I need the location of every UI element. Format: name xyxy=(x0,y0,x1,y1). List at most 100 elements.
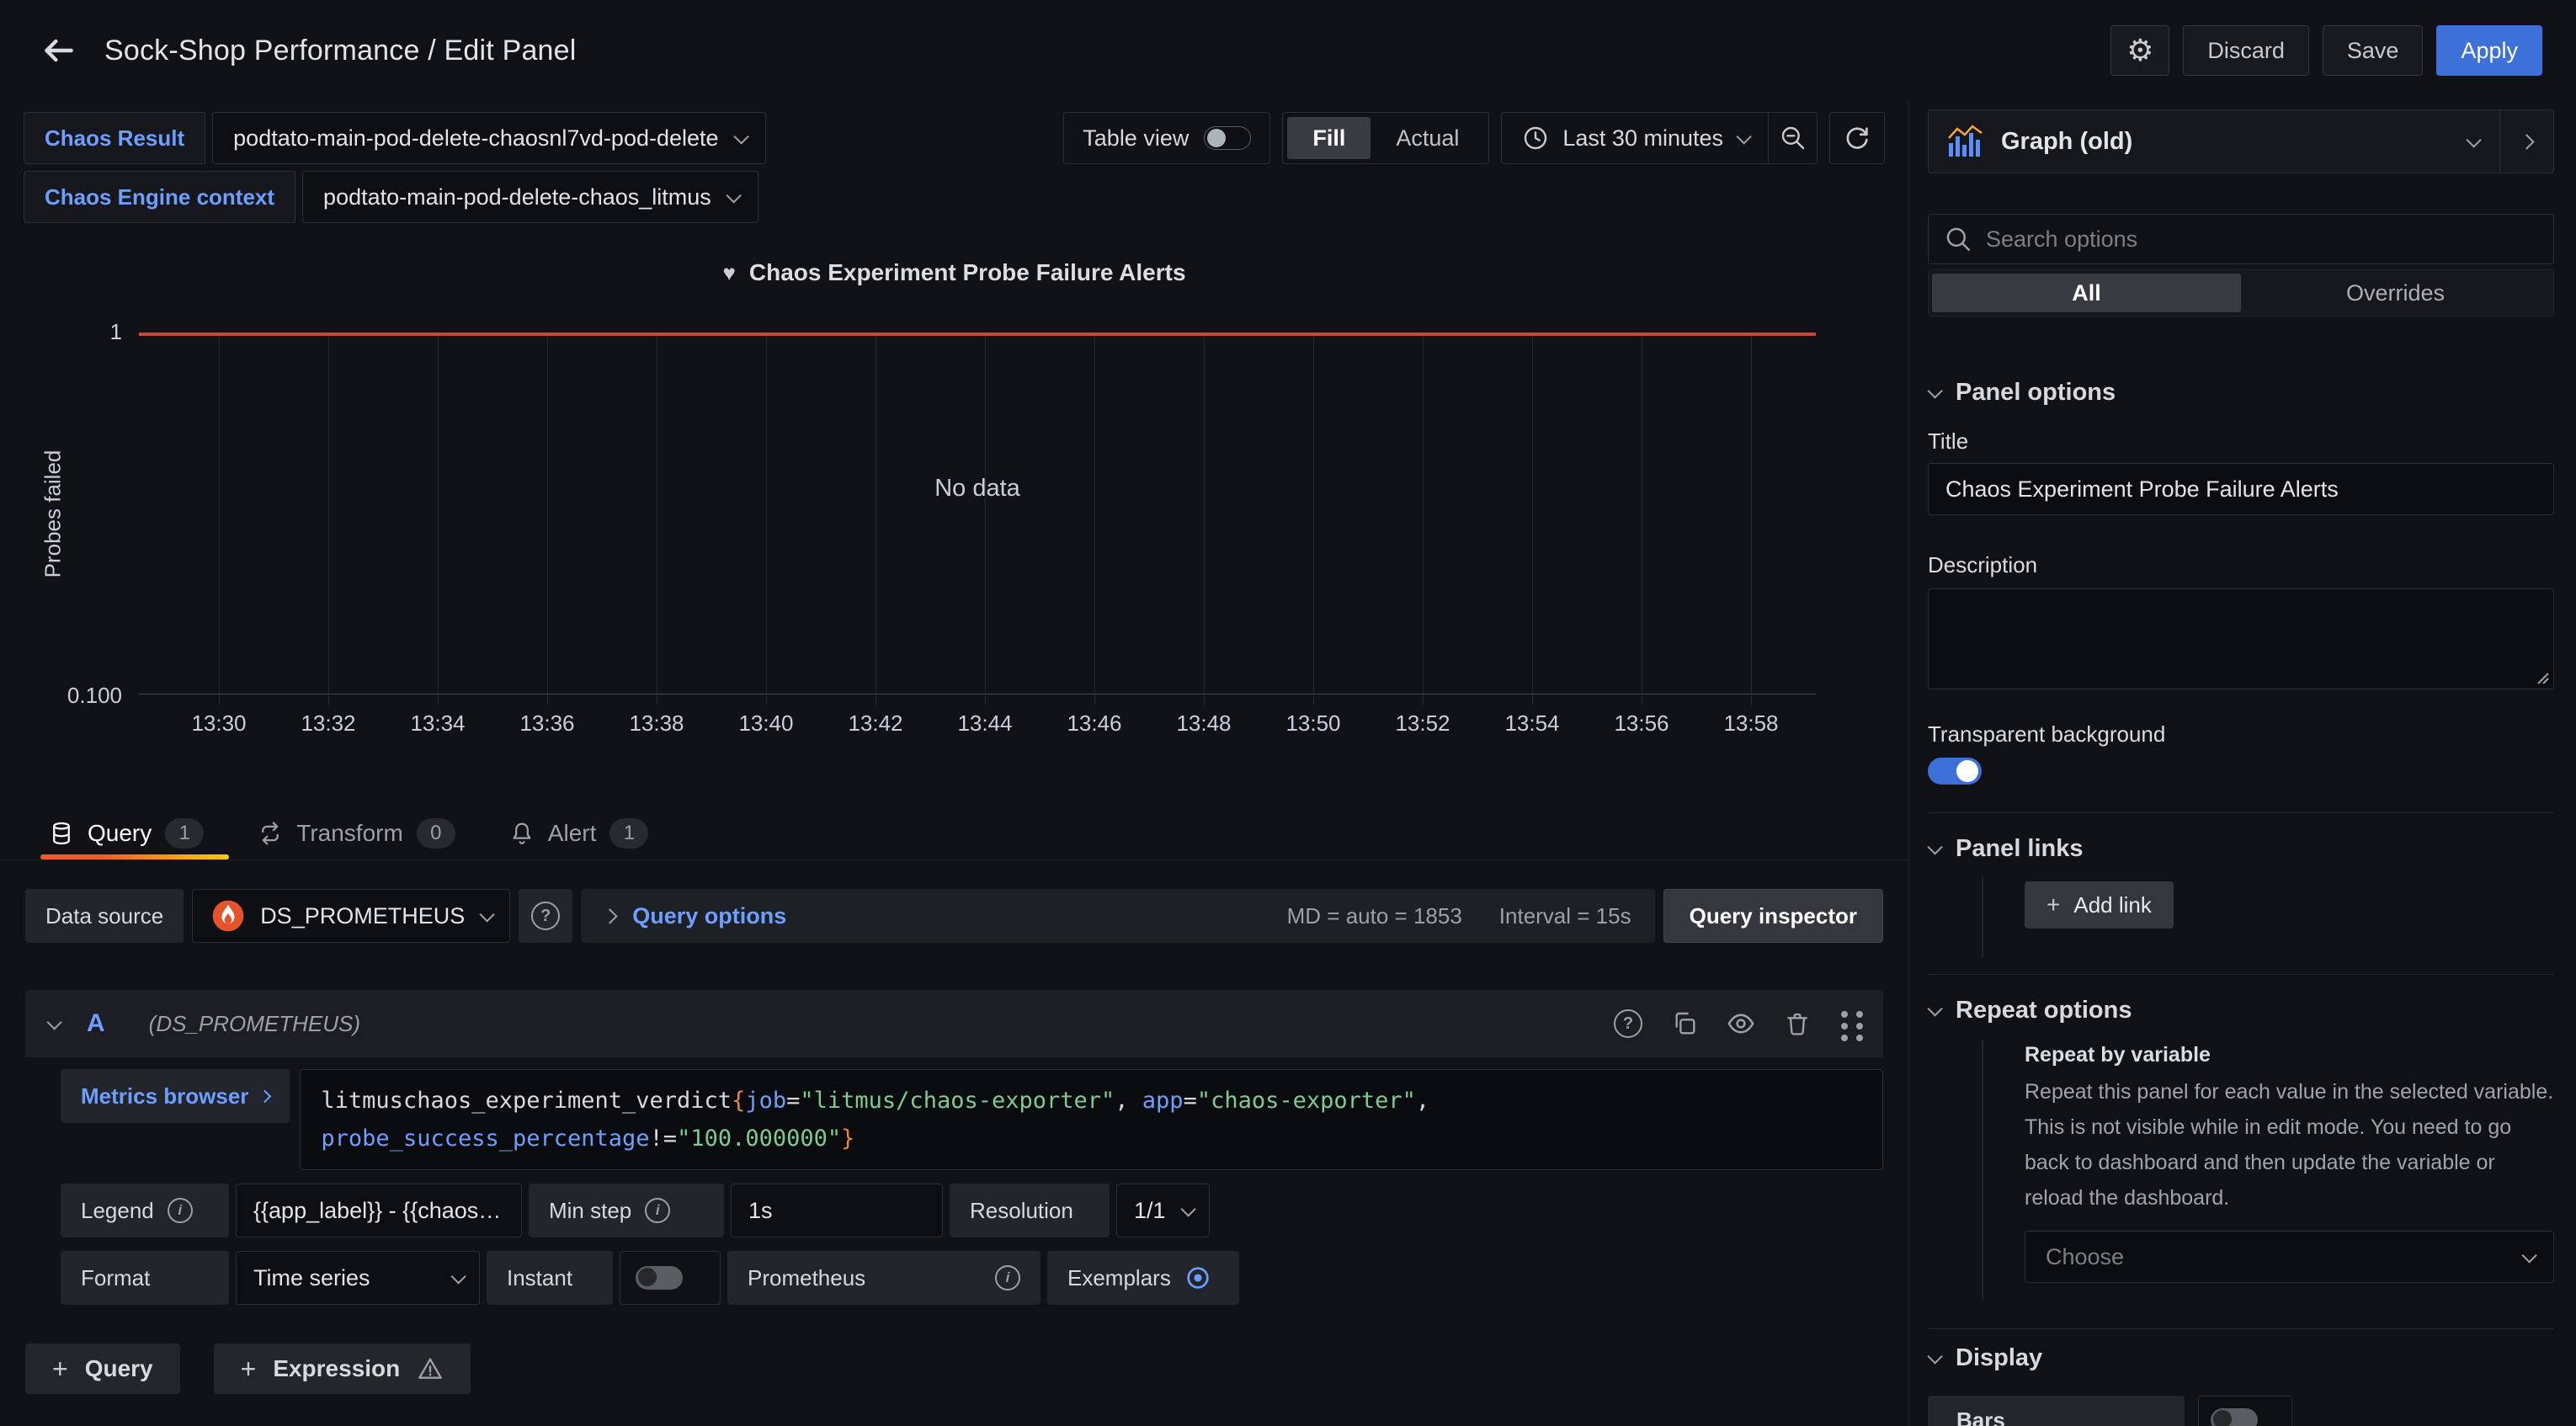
resolution-label: Resolution xyxy=(950,1184,1110,1237)
warning-icon xyxy=(417,1355,444,1382)
chevron-down-icon xyxy=(733,129,748,144)
variable-label: Chaos Engine context xyxy=(24,171,295,223)
panel-description-input[interactable] xyxy=(1929,589,2553,689)
repeat-variable-select[interactable]: Choose xyxy=(2025,1231,2554,1283)
tab-query[interactable]: Query 1 xyxy=(49,806,204,859)
chevron-right-icon xyxy=(2519,134,2534,149)
panel-settings-button[interactable]: ⚙ xyxy=(2110,25,2169,76)
plot-area[interactable]: 1 0.100 Probes failed No data 13:3013:32… xyxy=(139,334,1816,694)
resize-handle-icon[interactable] xyxy=(2533,668,2550,685)
plus-icon: + xyxy=(52,1354,68,1385)
tab-alert[interactable]: Alert 1 xyxy=(509,806,649,859)
transparent-background-toggle[interactable] xyxy=(1928,758,1982,785)
page-title: Sock-Shop Performance / Edit Panel xyxy=(104,35,577,67)
bars-toggle[interactable] xyxy=(2211,1408,2258,1426)
topbar-actions: ⚙ Discard Save Apply xyxy=(2110,25,2542,76)
x-tick-label: 13:38 xyxy=(606,710,707,737)
divider xyxy=(1928,1328,2554,1329)
variable-value-dropdown[interactable]: podtato-main-pod-delete-chaos_litmus xyxy=(302,171,758,223)
gridline xyxy=(547,336,548,705)
collapse-sidebar-button[interactable] xyxy=(2499,110,2553,173)
eye-icon[interactable] xyxy=(1727,1009,1755,1038)
add-query-button[interactable]: + Query xyxy=(25,1344,180,1394)
zoom-out-icon xyxy=(1780,125,1807,152)
table-view-toggle[interactable] xyxy=(1204,126,1251,150)
fill-option[interactable]: Fill xyxy=(1287,117,1370,159)
duplicate-icon[interactable] xyxy=(1671,1010,1698,1037)
bars-option-row: Bars xyxy=(1928,1396,2554,1426)
promql-code[interactable]: litmuschaos_experiment_verdict{job="litm… xyxy=(300,1069,1883,1170)
data-source-label: Data source xyxy=(25,889,184,943)
collapse-query-icon[interactable] xyxy=(46,1014,61,1030)
zoom-out-button[interactable] xyxy=(1768,113,1817,163)
chevron-down-icon xyxy=(1927,1349,1942,1364)
divider xyxy=(1928,974,2554,975)
plus-icon: + xyxy=(241,1354,257,1385)
save-button[interactable]: Save xyxy=(2323,25,2424,76)
panel-title-input[interactable] xyxy=(1928,463,2554,515)
alert-count-badge: 1 xyxy=(609,818,648,849)
exemplars-icon[interactable] xyxy=(1184,1264,1211,1291)
metrics-browser-button[interactable]: Metrics browser xyxy=(61,1069,290,1123)
repeat-by-variable-description: Repeat this panel for each value in the … xyxy=(2025,1074,2554,1216)
min-step-input[interactable] xyxy=(731,1184,943,1237)
gridline xyxy=(438,336,439,705)
query-options-bar[interactable]: Query options MD = auto = 1853 Interval … xyxy=(581,889,1654,943)
x-tick-label: 13:30 xyxy=(168,710,269,737)
add-link-button[interactable]: + Add link xyxy=(2025,881,2174,928)
trash-icon[interactable] xyxy=(1784,1010,1811,1037)
query-inspector-button[interactable]: Query inspector xyxy=(1663,889,1883,943)
back-arrow-icon[interactable] xyxy=(34,25,84,76)
instant-label: Instant xyxy=(487,1251,613,1305)
transform-icon xyxy=(258,821,283,846)
gridline xyxy=(766,336,767,705)
panel-links-body: + Add link xyxy=(1982,876,2554,957)
data-source-row: Data source DS_PROMETHEUS ? Query option… xyxy=(25,889,1883,943)
query-ref-id: A xyxy=(87,1009,105,1038)
repeat-by-variable-label: Repeat by variable xyxy=(2025,1043,2554,1067)
info-icon: i xyxy=(645,1198,670,1223)
discard-button[interactable]: Discard xyxy=(2183,25,2309,76)
gridline xyxy=(1423,336,1424,705)
apply-button[interactable]: Apply xyxy=(2436,25,2542,76)
chevron-down-icon xyxy=(726,188,741,203)
table-view-control: Table view xyxy=(1063,112,1270,164)
search-options-input[interactable] xyxy=(1986,226,2538,253)
workspace: Chaos Result podtato-main-pod-delete-cha… xyxy=(0,101,2576,1426)
panel-options-header[interactable]: Panel options xyxy=(1928,379,2554,407)
gridline xyxy=(1204,336,1205,705)
help-icon: ? xyxy=(531,902,560,930)
filter-all[interactable]: All xyxy=(1932,274,2241,312)
variable-value-dropdown[interactable]: podtato-main-pod-delete-chaosnl7vd-pod-d… xyxy=(212,112,765,164)
query-body: Metrics browser litmuschaos_experiment_v… xyxy=(25,1069,1883,1170)
help-icon[interactable]: ? xyxy=(1614,1009,1642,1038)
gridline xyxy=(1751,336,1752,705)
format-label: Format xyxy=(61,1251,229,1305)
y-axis-title: Probes failed xyxy=(36,334,70,694)
time-range-picker[interactable]: Last 30 minutes xyxy=(1502,113,1768,163)
format-select[interactable]: Time series xyxy=(236,1251,480,1305)
gridline xyxy=(1094,336,1095,705)
resolution-select[interactable]: 1/1 xyxy=(1116,1184,1210,1237)
query-options-stats: MD = auto = 1853 Interval = 15s xyxy=(1287,903,1631,929)
legend-input[interactable] xyxy=(236,1184,522,1237)
data-source-picker[interactable]: DS_PROMETHEUS xyxy=(192,889,510,943)
actual-option[interactable]: Actual xyxy=(1370,117,1484,159)
drag-handle-icon[interactable] xyxy=(1841,1011,1848,1018)
display-header[interactable]: Display xyxy=(1928,1344,2554,1372)
instant-toggle[interactable] xyxy=(636,1266,683,1290)
refresh-button[interactable] xyxy=(1829,112,1885,164)
tab-transform[interactable]: Transform 0 xyxy=(258,806,455,859)
repeat-options-header[interactable]: Repeat options xyxy=(1928,997,2554,1024)
add-expression-button[interactable]: + Expression xyxy=(214,1344,471,1394)
data-source-help-button[interactable]: ? xyxy=(519,889,572,943)
chevron-right-icon xyxy=(603,908,618,923)
chevron-down-icon xyxy=(1927,839,1942,854)
chevron-down-icon xyxy=(1180,1201,1195,1216)
query-header[interactable]: A (DS_PROMETHEUS) ? xyxy=(25,990,1883,1057)
filter-overrides[interactable]: Overrides xyxy=(2241,274,2550,312)
heart-icon: ♥ xyxy=(722,260,735,286)
x-tick-label: 13:48 xyxy=(1153,710,1254,737)
panel-links-header[interactable]: Panel links xyxy=(1928,835,2554,863)
visualization-picker[interactable]: Graph (old) xyxy=(1928,109,2554,173)
